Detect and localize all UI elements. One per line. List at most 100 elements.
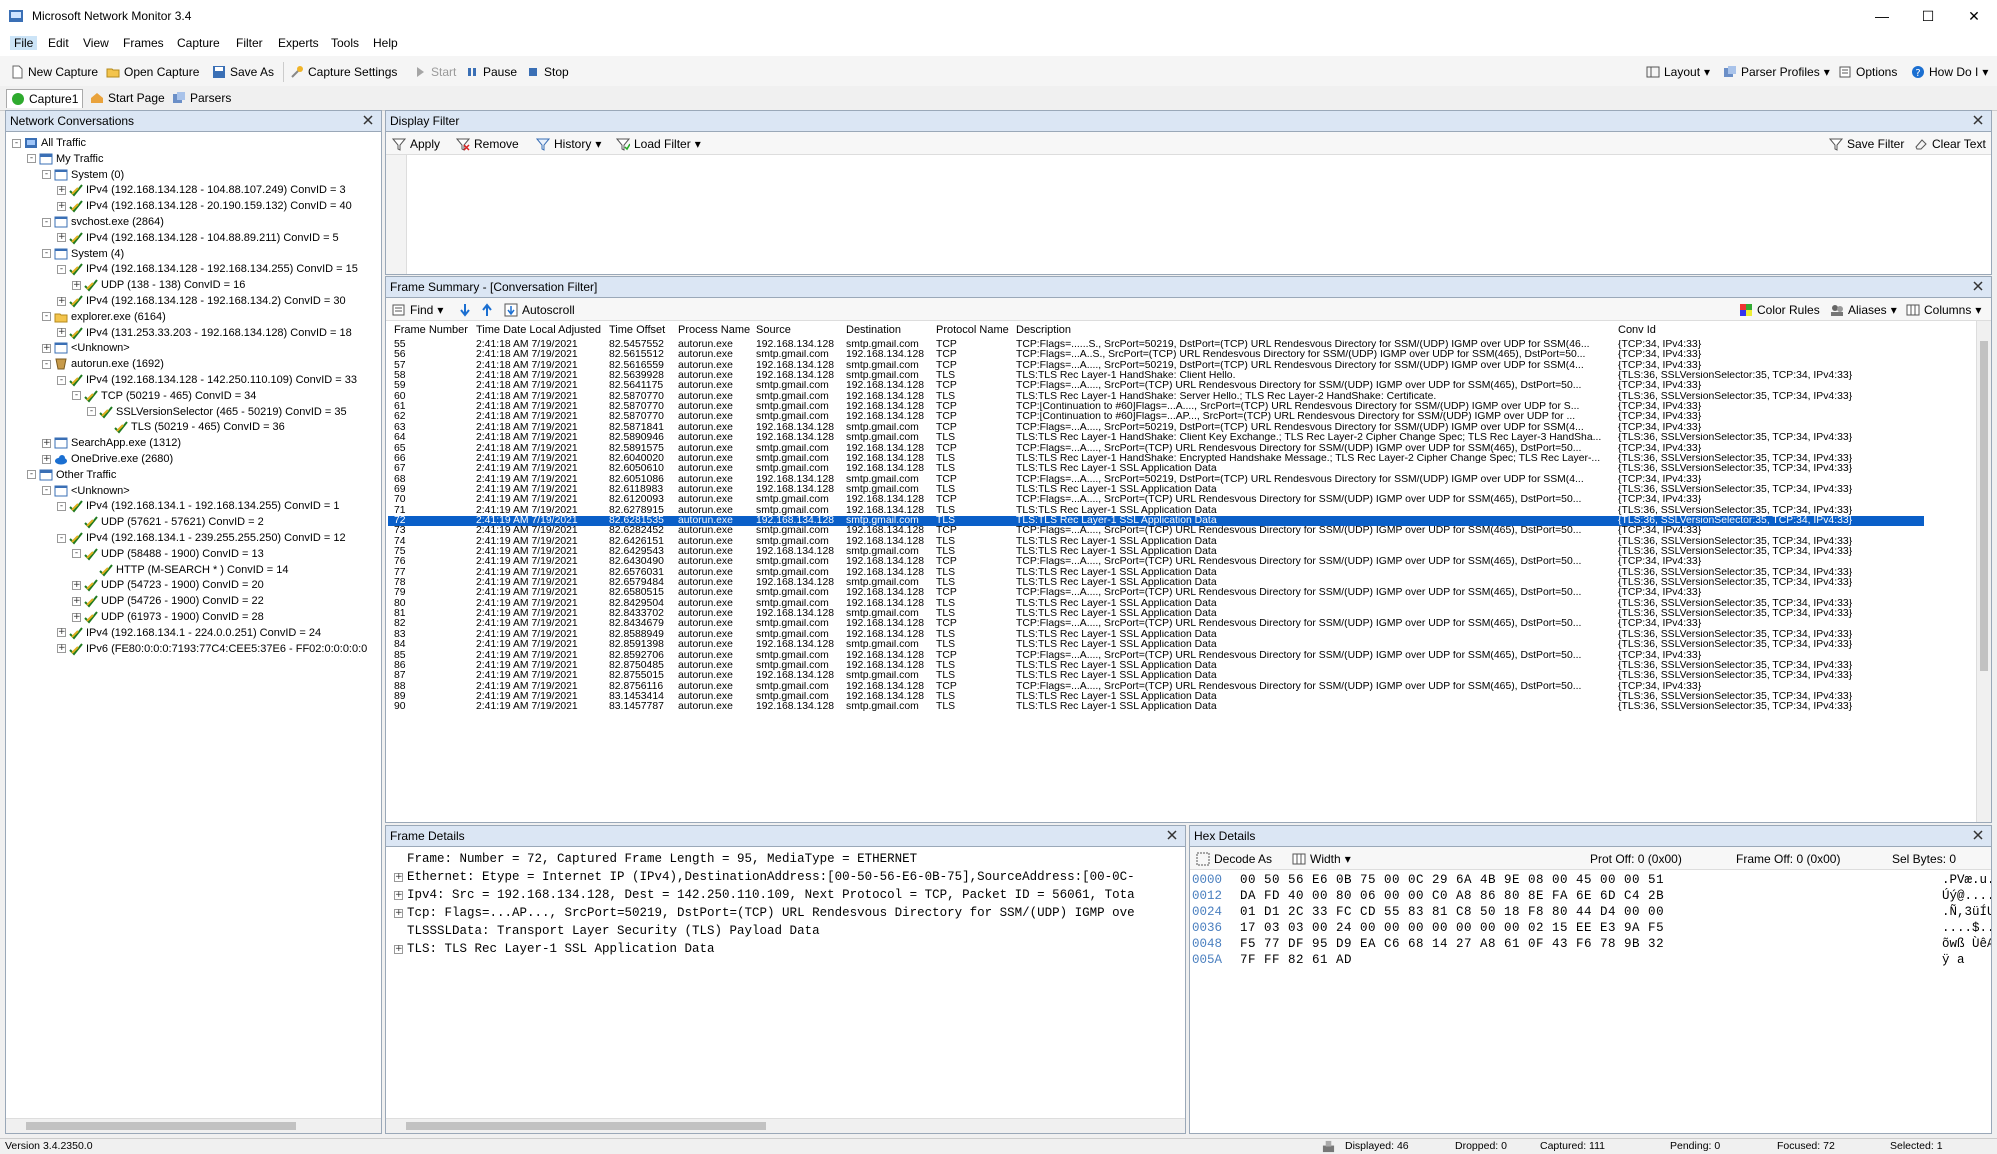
minimize-button[interactable]: — [1859, 0, 1905, 32]
expand-icon[interactable]: + [42, 438, 51, 448]
tree-node[interactable]: - UDP (58488 - 1900) ConvID = 13 [72, 546, 264, 562]
frame-row[interactable]: 60 2:41:18 AM 7/19/2021 82.5870770 autorun.… [388, 392, 1924, 402]
column-header-time-date[interactable]: Time Date Local Adjusted [476, 321, 601, 339]
detail-node[interactable]: + Tcp: Flags=...AP..., SrcPort=50219, Dst… [394, 904, 1135, 922]
tab-start-page[interactable]: Start Page [86, 89, 169, 107]
tree-node[interactable]: + IPv4 (192.168.134.128 - 104.88.107.249)… [57, 182, 346, 198]
decode-as-button[interactable]: Decode As [1196, 851, 1272, 867]
tree-node[interactable]: - autorun.exe (1692) [42, 356, 164, 372]
collapse-icon[interactable]: - [42, 312, 51, 322]
hex-row[interactable]: 0012 DA FD 40 00 80 06 00 00 C0 A8 86 80 … [1192, 888, 1991, 904]
expand-icon[interactable]: + [72, 596, 81, 606]
tree-node[interactable]: - IPv4 (192.168.134.128 - 142.250.110.109… [57, 372, 357, 388]
collapse-icon[interactable]: - [42, 217, 51, 227]
menu-filter[interactable]: Filter [232, 36, 267, 50]
frame-row[interactable]: 64 2:41:18 AM 7/19/2021 82.5890946 autorun.… [388, 433, 1924, 443]
detail-node[interactable]: + Ethernet: Etype = Internet IP (IPv4),De… [394, 868, 1135, 886]
hex-row[interactable]: 0036 17 03 03 00 24 00 00 00 00 00 00 00 … [1192, 920, 1991, 936]
frame-row[interactable]: 70 2:41:19 AM 7/19/2021 82.6120093 autorun.… [388, 495, 1924, 505]
expand-icon[interactable]: + [57, 328, 66, 338]
expand-icon[interactable]: + [72, 280, 81, 290]
frame-row[interactable]: 62 2:41:18 AM 7/19/2021 82.5870770 autorun.… [388, 412, 1924, 422]
frame-row[interactable]: 87 2:41:19 AM 7/19/2021 82.8755015 autorun.… [388, 671, 1924, 681]
tree-node[interactable]: + IPv4 (131.253.33.203 - 192.168.134.128)… [57, 325, 352, 341]
frame-row[interactable]: 74 2:41:19 AM 7/19/2021 82.6426151 autorun.… [388, 537, 1924, 547]
stop-button[interactable]: Stop [526, 64, 569, 80]
frame-row[interactable]: 58 2:41:18 AM 7/19/2021 82.5639928 autorun.… [388, 371, 1924, 381]
load-filter-dropdown[interactable]: Load Filter ▾ [616, 136, 701, 152]
close-icon[interactable] [1165, 828, 1179, 842]
frame-row[interactable]: 80 2:41:19 AM 7/19/2021 82.8429504 autorun.… [388, 599, 1924, 609]
menu-experts[interactable]: Experts [274, 36, 323, 50]
hex-row[interactable]: 0048 F5 77 DF 95 D9 EA C6 68 14 27 A8 61 … [1192, 936, 1991, 952]
frame-row[interactable]: 67 2:41:19 AM 7/19/2021 82.6050610 autorun.… [388, 464, 1924, 474]
close-icon[interactable] [1971, 113, 1985, 127]
history-dropdown[interactable]: History ▾ [536, 136, 601, 152]
frame-row[interactable]: 89 2:41:19 AM 7/19/2021 83.1453414 autorun.… [388, 692, 1924, 702]
width-dropdown[interactable]: Width ▾ [1292, 851, 1351, 867]
frame-row[interactable]: 82 2:41:19 AM 7/19/2021 82.8434679 autorun.… [388, 619, 1924, 629]
tab-capture1[interactable]: Capture1 [6, 89, 84, 108]
start-button[interactable]: Start [413, 64, 456, 80]
column-header-conv-id[interactable]: Conv Id [1618, 321, 1656, 339]
tree-node[interactable]: + OneDrive.exe (2680) [42, 451, 173, 467]
columns-dropdown[interactable]: Columns ▾ [1906, 302, 1981, 318]
tree-horizontal-scrollbar[interactable] [6, 1118, 381, 1133]
close-icon[interactable] [1971, 279, 1985, 293]
tree-node[interactable]: - All Traffic [12, 135, 86, 151]
display-filter-input[interactable] [408, 155, 1989, 272]
tree-node[interactable]: + SearchApp.exe (1312) [42, 435, 181, 451]
tab-parsers[interactable]: Parsers [168, 89, 235, 107]
expand-icon[interactable]: + [42, 454, 51, 464]
expand-icon[interactable]: + [57, 296, 66, 306]
tree-node[interactable]: - IPv4 (192.168.134.128 - 192.168.134.255… [57, 261, 358, 277]
grid-vertical-scrollbar[interactable] [1976, 321, 1991, 822]
frame-row[interactable]: 61 2:41:18 AM 7/19/2021 82.5870770 autorun.… [388, 402, 1924, 412]
close-icon[interactable] [1971, 828, 1985, 842]
collapse-icon[interactable]: - [57, 501, 66, 511]
scroll-thumb[interactable] [26, 1122, 296, 1130]
column-header-frame-number[interactable]: Frame Number [394, 321, 468, 339]
frame-row[interactable]: 90 2:41:19 AM 7/19/2021 83.1457787 autorun.… [388, 702, 1924, 712]
pause-button[interactable]: Pause [465, 64, 517, 80]
tree-node[interactable]: + IPv4 (192.168.134.128 - 104.88.89.211) … [57, 230, 339, 246]
frame-row[interactable]: 57 2:41:18 AM 7/19/2021 82.5616559 autorun.… [388, 361, 1924, 371]
column-header-process-name[interactable]: Process Name [678, 321, 750, 339]
expand-icon[interactable]: + [394, 908, 403, 918]
detail-node[interactable]: TLSSSLData: Transport Layer Security (TL… [394, 922, 820, 940]
tree-node[interactable]: - svchost.exe (2864) [42, 214, 164, 230]
column-header-time-offset[interactable]: Time Offset [609, 321, 665, 339]
collapse-icon[interactable]: - [72, 549, 81, 559]
tree-node[interactable]: - TCP (50219 - 465) ConvID = 34 [72, 388, 256, 404]
frame-row[interactable]: 56 2:41:18 AM 7/19/2021 82.5615512 autorun.… [388, 350, 1924, 360]
column-header-source[interactable]: Source [756, 321, 791, 339]
tree-node[interactable]: + UDP (61973 - 1900) ConvID = 28 [72, 609, 264, 625]
collapse-icon[interactable]: - [57, 533, 66, 543]
frame-row[interactable]: 79 2:41:19 AM 7/19/2021 82.6580515 autorun.… [388, 588, 1924, 598]
collapse-icon[interactable]: - [42, 249, 51, 259]
clear-text-button[interactable]: Clear Text [1914, 136, 1986, 152]
detail-node[interactable]: Frame: Number = 72, Captured Frame Lengt… [394, 850, 917, 868]
maximize-button[interactable]: ☐ [1905, 0, 1951, 32]
expand-icon[interactable]: + [394, 944, 403, 954]
frame-row[interactable]: 59 2:41:18 AM 7/19/2021 82.5641175 autorun.… [388, 381, 1924, 391]
tree-node[interactable]: + UDP (54726 - 1900) ConvID = 22 [72, 593, 264, 609]
frame-row[interactable]: 83 2:41:19 AM 7/19/2021 82.8588949 autorun.… [388, 630, 1924, 640]
collapse-icon[interactable]: - [42, 170, 51, 180]
autoscroll-button[interactable]: Autoscroll [504, 302, 575, 318]
close-button[interactable]: ✕ [1951, 0, 1997, 32]
frame-row[interactable]: 65 2:41:18 AM 7/19/2021 82.5891575 autorun.… [388, 444, 1924, 454]
tree-node[interactable]: + <Unknown> [42, 340, 130, 356]
menu-view[interactable]: View [79, 36, 113, 50]
tree-node[interactable]: UDP (57621 - 57621) ConvID = 2 [72, 514, 264, 530]
menu-tools[interactable]: Tools [327, 36, 363, 50]
save-filter-button[interactable]: Save Filter [1829, 136, 1904, 152]
frame-row[interactable]: 68 2:41:19 AM 7/19/2021 82.6051086 autorun.… [388, 475, 1924, 485]
expand-icon[interactable]: + [72, 612, 81, 622]
frame-row[interactable]: 76 2:41:19 AM 7/19/2021 82.6430490 autorun.… [388, 557, 1924, 567]
save-as-button[interactable]: Save As [212, 64, 274, 80]
expand-icon[interactable]: + [57, 201, 66, 211]
remove-filter-button[interactable]: Remove [456, 136, 519, 152]
tree-node[interactable]: + IPv4 (192.168.134.128 - 192.168.134.2) … [57, 293, 346, 309]
tree-node[interactable]: TLS (50219 - 465) ConvID = 36 [102, 419, 285, 435]
